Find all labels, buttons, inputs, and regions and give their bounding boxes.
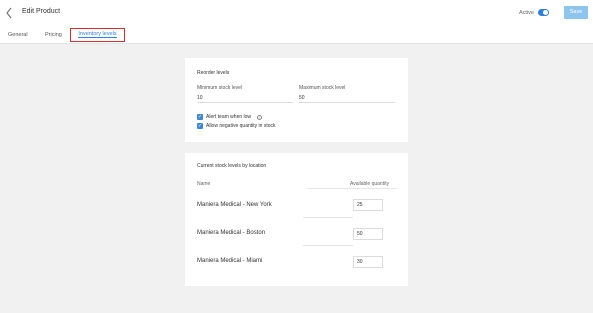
alert-team-checkbox[interactable]: ✓: [197, 114, 203, 120]
page-title: Edit Product: [22, 8, 61, 15]
min-stock-input[interactable]: 10: [197, 94, 293, 103]
tab-general[interactable]: General: [8, 32, 28, 38]
stock-levels-card: Current stock levels by location Name Av…: [185, 153, 408, 286]
row-divider: [303, 245, 353, 246]
quantity-input[interactable]: 50: [353, 228, 383, 240]
location-name: Maniera Medical - Miami: [197, 258, 263, 264]
active-toggle[interactable]: [538, 9, 549, 16]
allow-negative-checkbox[interactable]: ✓: [197, 123, 203, 129]
tab-inventory-levels[interactable]: Inventory levels: [70, 28, 125, 42]
stock-levels-title: Current stock levels by location: [197, 163, 267, 169]
location-name: Maniera Medical - New York: [197, 202, 272, 208]
max-stock-label: Maximum stock level: [299, 85, 346, 91]
allow-negative-label: Allow negative quantity in stock: [206, 123, 276, 129]
active-label: Active: [519, 10, 534, 16]
tab-bar: General Pricing Inventory levels: [0, 26, 593, 44]
tab-inventory-levels-label: Inventory levels: [78, 31, 117, 38]
toggle-knob: [543, 10, 548, 15]
quantity-input[interactable]: 30: [353, 256, 383, 268]
column-header-name: Name: [197, 181, 211, 187]
tab-pricing[interactable]: Pricing: [45, 32, 62, 38]
location-name: Maniera Medical - Boston: [197, 230, 266, 236]
save-button[interactable]: Save: [564, 6, 588, 19]
row-divider: [303, 217, 353, 218]
alert-team-label: Alert team when low: [206, 114, 252, 120]
chevron-left-icon[interactable]: [5, 7, 15, 19]
max-stock-input[interactable]: 50: [299, 94, 395, 103]
reorder-levels-title: Reorder levels: [197, 70, 230, 76]
min-stock-label: Minimum stock level: [197, 85, 243, 91]
header-divider: [197, 188, 397, 189]
info-icon[interactable]: i: [257, 115, 262, 120]
quantity-input[interactable]: 25: [353, 199, 383, 211]
top-bar: Edit Product Active Save: [0, 0, 593, 26]
reorder-levels-card: Reorder levels Minimum stock level 10 Ma…: [185, 58, 408, 142]
column-header-quantity: Available quantity: [350, 181, 390, 187]
